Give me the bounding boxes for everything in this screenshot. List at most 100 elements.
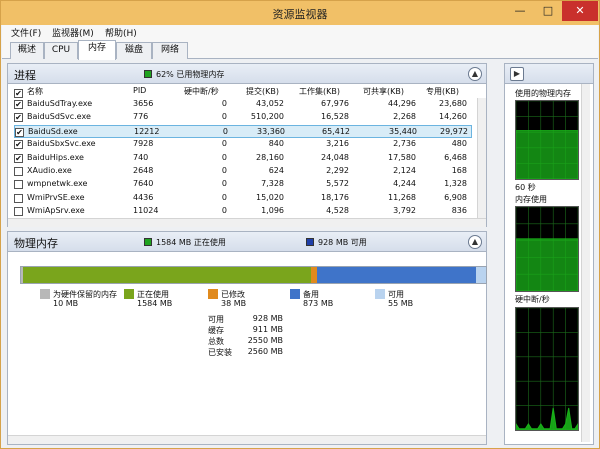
cell-hard-faults: 0 [221,112,227,122]
table-row[interactable]: ✔ BaiduSdTray.exe 3656 0 43,052 67,976 44,296 2… [14,98,472,111]
cell-working-set: 4,528 [326,206,349,216]
memory-horizontal-scrollbar[interactable] [8,435,486,444]
row-checkbox[interactable]: ✔ [14,153,23,163]
table-row[interactable]: XAudio.exe 2648 0 624 2,292 2,124 168 [14,165,472,178]
row-checkbox[interactable]: ✔ [14,100,23,109]
stat-value: 911 MB [252,325,283,334]
row-checkbox[interactable]: ✔ [15,127,24,137]
memory-bar-segment [476,267,486,283]
row-checkbox[interactable]: ✔ [14,113,23,123]
cell-pid: 740 [133,152,149,162]
process-vertical-scrollbar[interactable] [477,98,486,218]
legend-value: 10 MB [53,299,79,308]
table-row[interactable]: ✔ BaiduSdSvc.exe 776 0 510,200 16,528 2,268 14,… [14,111,472,124]
graphs-vertical-scrollbar[interactable] [581,84,590,442]
cell-commit: 1,096 [261,206,284,216]
cell-commit: 28,160 [256,152,284,162]
physical-memory-panel: 物理内存 1584 MB 正在使用 928 MB 可用 ▲ 为硬件保留的内存 10… [7,231,487,445]
select-all-checkbox[interactable]: ✔ [14,89,23,98]
collapse-memory-panel-icon[interactable]: ▲ [468,235,482,249]
stat-value: 2550 MB [247,336,283,345]
legend-swatch [290,289,300,299]
memory-usage-graph-label: 内存使用 [515,195,547,204]
cell-commit: 510,200 [250,112,284,122]
memory-bar-segment [310,267,318,283]
graph-area [515,407,579,431]
legend-swatch [40,289,50,299]
row-checkbox[interactable] [14,193,23,203]
in-use-text: 1584 MB 正在使用 [156,238,226,247]
cell-name: BaiduSdSvc.exe [27,112,91,122]
column-hard-faults[interactable]: 硬中断/秒 [184,86,219,97]
column-private[interactable]: 专用(KB) [426,86,459,97]
tab-network[interactable]: 网络 [152,42,188,59]
menu-monitor[interactable]: 监视器(M) [52,26,94,39]
title-bar[interactable]: 资源监视器 — □ ✕ [1,1,599,25]
collapse-process-panel-icon[interactable]: ▲ [468,67,482,81]
cell-commit: 7,328 [261,179,284,189]
process-panel-header[interactable]: 进程 62% 已用物理内存 ▲ [8,64,486,84]
column-pid[interactable]: PID [133,86,146,95]
minimize-button[interactable]: — [506,1,534,21]
cell-working-set: 65,412 [322,126,350,136]
table-row[interactable]: WmiPrvSE.exe 4436 0 15,020 18,176 11,268 6,908 [14,192,472,205]
cell-shareable: 11,268 [388,192,416,202]
graph-plot [515,100,579,180]
graph-plot [515,206,579,292]
cell-hard-faults: 0 [222,126,228,136]
graph-area [515,130,579,180]
cell-private: 23,680 [439,99,467,108]
cell-hard-faults: 0 [221,206,227,216]
memory-usage-text: 62% 已用物理内存 [156,70,225,79]
cell-commit: 43,052 [256,99,284,108]
cell-private: 480 [451,139,467,149]
physical-memory-header[interactable]: 物理内存 1584 MB 正在使用 928 MB 可用 ▲ [8,232,486,252]
column-commit[interactable]: 提交(KB) [246,86,279,97]
table-row[interactable]: WmiApSrv.exe 11024 0 1,096 4,528 3,792 836 [14,205,472,218]
cell-hard-faults: 0 [221,139,227,149]
column-shareable[interactable]: 可共享(KB) [363,86,404,97]
table-row[interactable]: ✔ BaiduHips.exe 740 0 28,160 24,048 17,580 6,46… [14,152,472,165]
table-row[interactable]: ✔ BaiduSd.exe 12212 0 33,360 65,412 35,440 29,9… [14,124,472,138]
tab-memory[interactable]: 内存 [78,40,116,60]
in-use-indicator [144,238,152,246]
cell-shareable: 2,736 [393,139,416,149]
stat-label: 已安装 [208,348,232,357]
memory-usage-indicator [144,70,152,78]
physical-memory-title: 物理内存 [14,237,58,250]
process-horizontal-scrollbar[interactable] [8,218,486,227]
tab-overview[interactable]: 概述 [10,42,44,59]
stat-value: 928 MB [252,314,283,323]
cell-pid: 7640 [133,179,154,189]
close-button[interactable]: ✕ [562,1,598,21]
maximize-button[interactable]: □ [534,1,562,21]
graphs-panel-header[interactable]: ▶ [505,64,593,84]
memory-composition-bar [20,266,487,284]
cell-pid: 4436 [133,192,154,202]
column-working-set[interactable]: 工作集(KB) [299,86,340,97]
menu-help[interactable]: 帮助(H) [105,26,137,39]
row-checkbox[interactable] [14,167,23,176]
tab-disk[interactable]: 磁盘 [116,42,152,59]
table-row[interactable]: ✔ BaiduSbxSvc.exe 7928 0 840 3,216 2,736 480 [14,138,472,151]
legend-value: 55 MB [388,299,414,308]
cell-shareable: 2,124 [393,166,416,175]
tab-cpu[interactable]: CPU [44,42,78,59]
row-checkbox[interactable] [14,207,23,217]
legend-value: 38 MB [221,299,247,308]
legend-swatch [124,289,134,299]
table-row[interactable]: wmpnetwk.exe 7640 0 7,328 5,572 4,244 1,328 [14,178,472,191]
cell-pid: 11024 [133,206,159,216]
menu-file[interactable]: 文件(F) [11,26,41,39]
expand-graphs-icon[interactable]: ▶ [510,67,524,81]
graph-plot [515,307,579,431]
cell-name: wmpnetwk.exe [27,179,88,189]
row-checkbox[interactable] [14,180,23,190]
menu-bar: 文件(F) 监视器(M) 帮助(H) [2,25,598,39]
column-name[interactable]: 名称 [27,86,43,97]
row-checkbox[interactable]: ✔ [14,140,23,150]
cell-shareable: 4,244 [393,179,416,189]
cell-hard-faults: 0 [221,166,227,175]
stat-label: 总数 [208,337,224,346]
process-panel: 进程 62% 已用物理内存 ▲ ✔ 名称 PID 硬中断/秒 提交(KB) 工作… [7,63,487,227]
